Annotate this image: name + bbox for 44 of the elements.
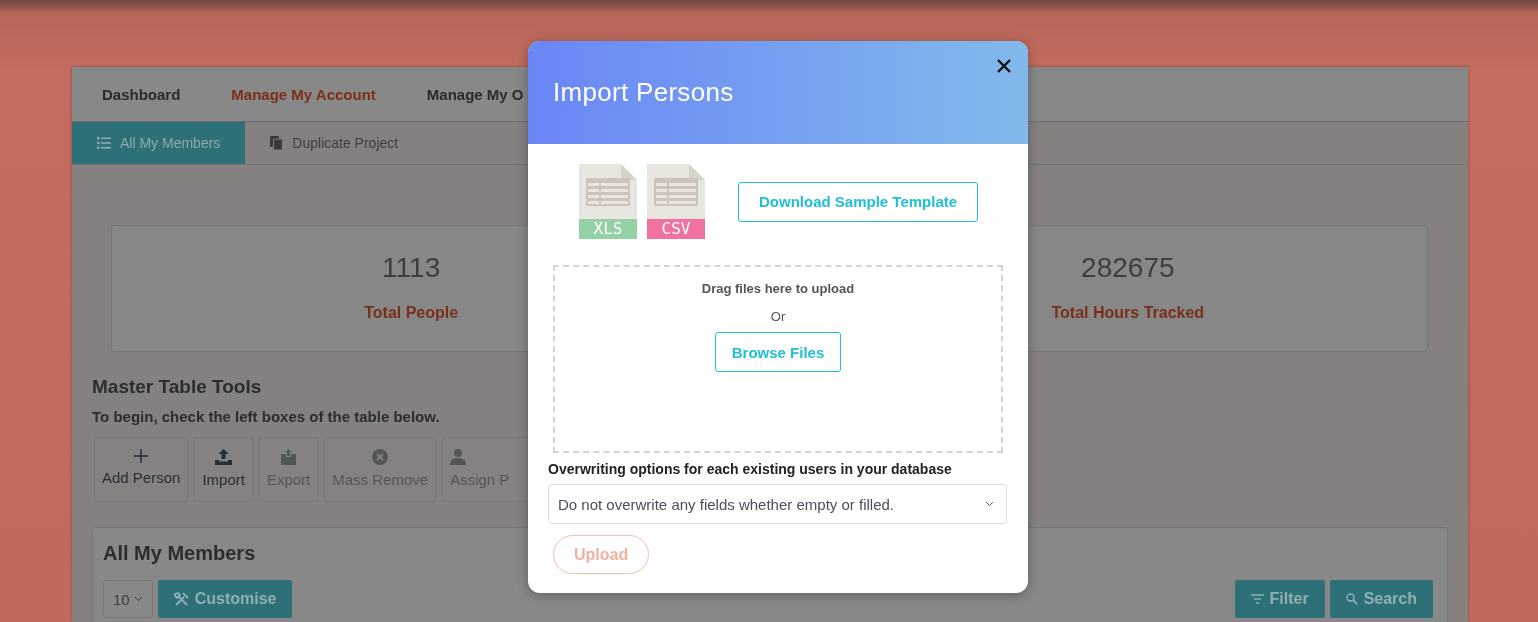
chevron-down-icon xyxy=(985,501,994,507)
tool-button[interactable]: Import xyxy=(194,437,253,502)
stat-value: 282675 xyxy=(1081,252,1175,284)
close-icon xyxy=(996,58,1012,74)
close-button[interactable] xyxy=(996,58,1012,74)
file-type-label: CSV xyxy=(647,219,705,239)
filter-icon xyxy=(1250,594,1264,604)
download-template-button[interactable]: Download Sample Template xyxy=(738,181,979,222)
nav-link[interactable]: Manage My O xyxy=(426,85,524,103)
chevron-down-icon xyxy=(133,596,143,602)
search-icon xyxy=(1345,593,1358,605)
copy-icon xyxy=(270,136,284,150)
customise-button[interactable]: Customise xyxy=(157,580,293,618)
nav-link[interactable]: Dashboard xyxy=(102,85,181,103)
tools-icon xyxy=(173,591,189,607)
card-title: All My Members xyxy=(103,542,256,565)
file-type-label: XLS xyxy=(579,219,637,239)
instruction-text: To begin, check the left boxes of the table below. xyxy=(92,408,441,425)
search-button[interactable]: Search xyxy=(1329,580,1433,618)
filter-button[interactable]: Filter xyxy=(1234,580,1325,618)
stat-label: Total Hours Tracked xyxy=(1051,304,1205,322)
nav-link[interactable]: Manage My Account xyxy=(231,85,376,103)
list-icon xyxy=(97,137,111,149)
spreadsheet-file-icon xyxy=(579,164,637,219)
person-icon xyxy=(450,449,467,465)
export-icon xyxy=(281,449,297,465)
tool-button[interactable]: Add Person xyxy=(94,437,189,502)
stat-value: 1113 xyxy=(382,252,441,284)
stat-label: Total People xyxy=(364,304,459,322)
plus-icon xyxy=(134,449,149,463)
spreadsheet-file-icon xyxy=(647,164,705,219)
remove-circle-icon xyxy=(372,449,389,465)
overwrite-select[interactable]: Do not overwrite any fields whether empty or filled. xyxy=(548,484,1007,524)
field-label: Overwriting options for each existing users in your database xyxy=(548,461,953,477)
drop-instruction: Drag files here to upload xyxy=(701,281,855,296)
file-drop-zone[interactable]: Drag files here to upload Or Browse Files xyxy=(553,265,1003,453)
tab[interactable]: Duplicate Project xyxy=(245,122,424,164)
page-size-select[interactable]: 10 xyxy=(103,580,153,618)
modal-title: Import Persons xyxy=(553,77,734,108)
browse-files-button[interactable]: Browse Files xyxy=(714,332,842,372)
tab[interactable]: All My Members xyxy=(72,122,246,164)
separator-text: Or xyxy=(770,309,786,324)
upload-icon xyxy=(215,449,233,465)
section-title: Master Table Tools xyxy=(92,376,263,398)
